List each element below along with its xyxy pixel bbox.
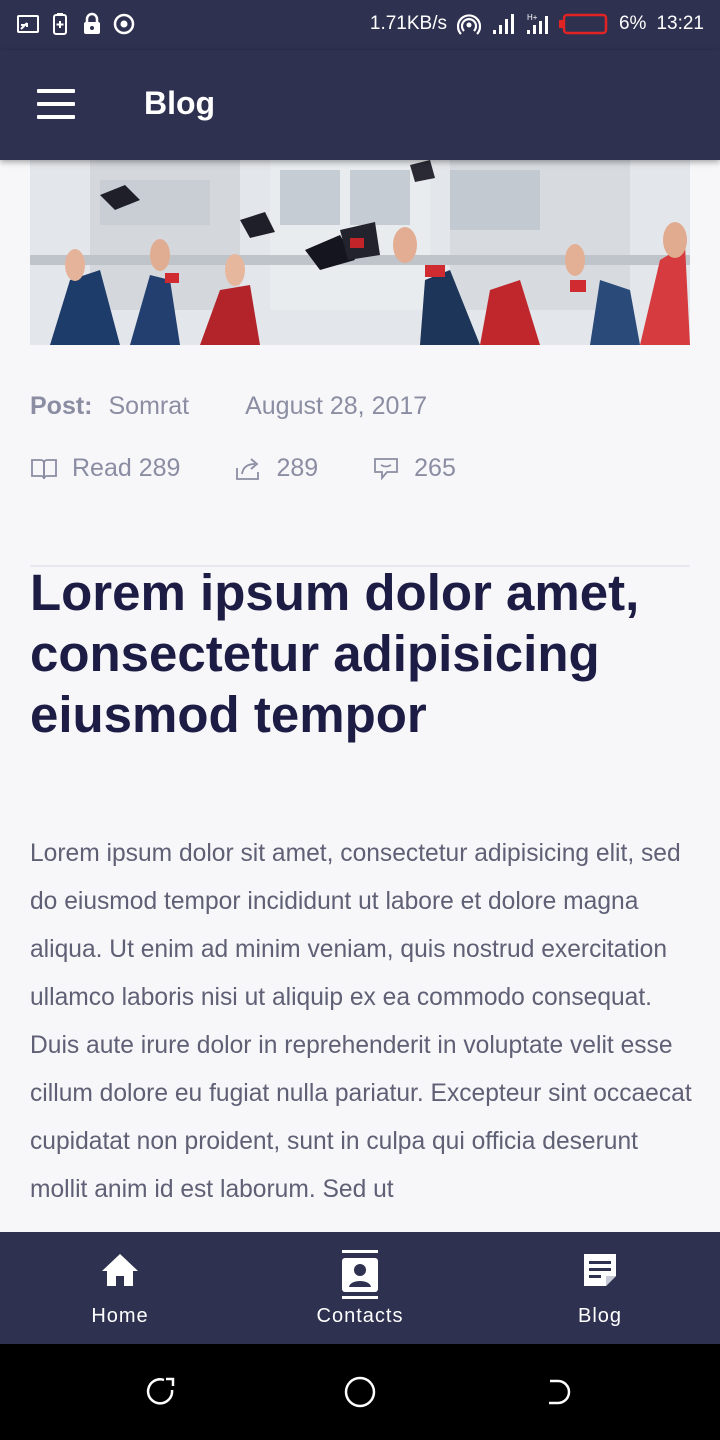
battery-percent: 6% — [618, 13, 647, 34]
post-label: Post: — [30, 392, 93, 420]
post-author[interactable]: Somrat — [109, 392, 190, 421]
lock-icon — [84, 12, 100, 34]
battery-saver-icon — [53, 13, 67, 35]
signal-icon — [492, 14, 514, 34]
share-count[interactable]: 289 — [234, 454, 318, 483]
nav-item-home[interactable]: Home — [0, 1232, 240, 1344]
net-speed: 1.71KB/s — [369, 13, 447, 34]
signal-ht-icon: H+ — [526, 13, 548, 34]
page-title: Blog — [144, 85, 216, 121]
hamburger-icon[interactable] — [30, 83, 82, 125]
bottom-nav: Home Contacts Blog — [0, 1232, 720, 1344]
blog-icon — [584, 1254, 616, 1286]
post-body: Lorem ipsum dolor sit amet, consectetur … — [30, 840, 692, 1203]
battery-low-icon — [558, 13, 608, 35]
read-count-label: Read 289 — [72, 454, 181, 482]
comment-count-value: 265 — [414, 454, 456, 482]
read-count: Read 289 — [30, 454, 180, 483]
share-count-value: 289 — [276, 454, 319, 482]
nav-label-contacts: Contacts — [316, 1305, 404, 1327]
post-stats: Read 289 289 265 — [30, 454, 456, 483]
clock: 13:21 — [656, 13, 704, 34]
post-meta: Post: Somrat August 28, 2017 — [30, 392, 427, 421]
nav-item-contacts[interactable]: Contacts — [240, 1232, 480, 1344]
post-content[interactable]: Post: Somrat August 28, 2017 Read 289 28… — [0, 160, 720, 1232]
post-hero-image — [30, 160, 690, 345]
hotspot-icon — [456, 14, 481, 35]
screen-cast-icon — [17, 15, 39, 33]
nav-label-blog: Blog — [577, 1305, 623, 1327]
status-bar: 1.71KB/s H+ 6% 13:21 — [0, 0, 720, 50]
comment-count[interactable]: 265 — [372, 454, 456, 483]
contacts-icon — [342, 1250, 378, 1299]
post-date: August 28, 2017 — [245, 392, 428, 420]
book-icon — [31, 458, 57, 479]
post-title: Lorem ipsum dolor amet, consectetur adip… — [30, 564, 640, 743]
home-icon — [102, 1254, 138, 1286]
back-icon[interactable] — [542, 1374, 578, 1410]
recents-icon[interactable] — [142, 1374, 178, 1410]
nav-item-blog[interactable]: Blog — [480, 1232, 720, 1344]
comment-icon — [374, 457, 399, 480]
nav-label-home: Home — [91, 1305, 149, 1327]
share-icon — [236, 457, 260, 480]
home-circle-icon[interactable] — [342, 1374, 378, 1410]
system-nav-bar — [0, 1344, 720, 1440]
target-icon — [113, 13, 135, 35]
app-bar: Blog — [0, 50, 720, 160]
svg-text:H+: H+ — [527, 13, 538, 22]
